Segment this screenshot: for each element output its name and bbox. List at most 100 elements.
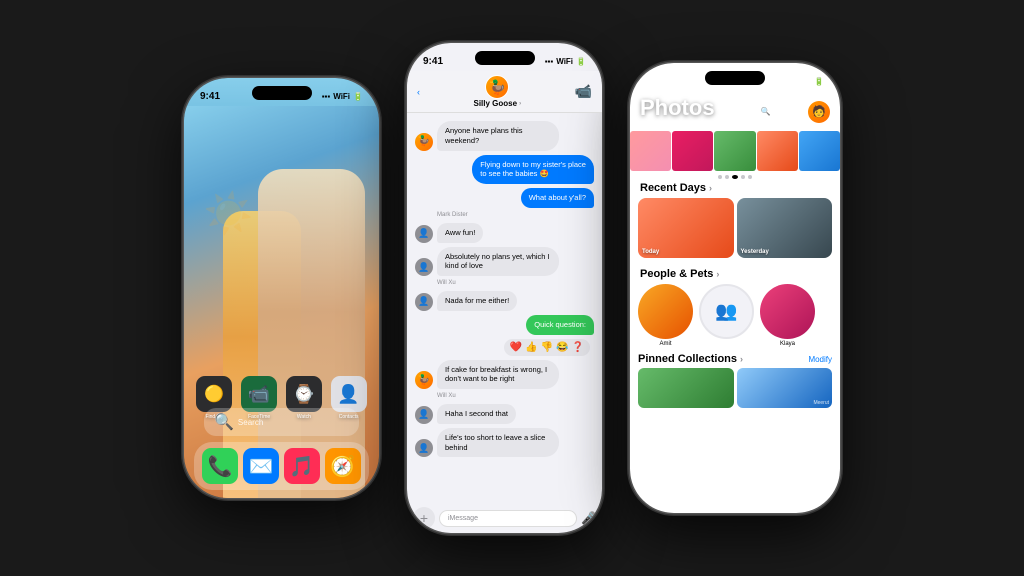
search-label-photos: Search: [774, 108, 796, 115]
pinned-photo-2[interactable]: Meerut: [737, 368, 833, 408]
tapback-exclaim[interactable]: ❓: [572, 342, 584, 353]
messages-list: 🦆 Anyone have plans this weekend? Flying…: [407, 115, 602, 495]
msg-row-3: What about y'all?: [415, 188, 594, 208]
msg-bubble-3: What about y'all?: [521, 188, 594, 208]
sender-name-will: Will Xu: [437, 280, 594, 286]
tapback-thumbsup[interactable]: 👍: [525, 342, 537, 353]
wallpaper-photo: ☀️: [184, 106, 379, 498]
search-button[interactable]: 🔍 Search: [754, 104, 803, 119]
recent-days-header: Recent Days ›: [630, 178, 840, 198]
strip-photo-1: [630, 131, 671, 171]
msg-row-8: 🦆 If cake for breakfast is wrong, I don'…: [415, 360, 594, 390]
chevron-left-icon: ‹: [417, 87, 420, 97]
tapback-container[interactable]: ❤️ 👍 👎 😂 ❓: [415, 339, 594, 356]
people-pets-arrow: ›: [716, 269, 719, 279]
sender-name-will-2: Will Xu: [437, 393, 594, 399]
sender-avatar-4: 👤: [415, 293, 433, 311]
sender-name-mark: Mark Dister: [437, 212, 594, 218]
time-3: 9:41: [646, 76, 666, 87]
phone-messages: 9:41 ▪▪▪ WiFi 🔋 ‹ 🦆: [407, 43, 602, 533]
phone1-screen: 9:41 ▪▪▪ WiFi 🔋 MONDAY 10 10:10–10: [184, 78, 379, 498]
search-icon-home: 🔍: [214, 412, 234, 432]
dock: 📞 ✉️ 🎵 🧭: [194, 442, 369, 490]
person-icon-group: 👥: [699, 284, 754, 339]
contacts-icon: 👤: [331, 376, 367, 412]
pinned-header: Pinned Collections › Modify: [638, 353, 832, 365]
microphone-button[interactable]: 🎤: [581, 511, 596, 525]
msg-bubble-6: Nada for me either!: [437, 291, 517, 311]
battery-icon-2: 🔋: [576, 57, 586, 66]
tapback-row[interactable]: ❤️ 👍 👎 😂 ❓: [504, 339, 590, 356]
recent-photo-today[interactable]: Today: [638, 198, 734, 258]
photos-title: Photos 8,342 Items: [640, 95, 715, 128]
pinned-title[interactable]: Pinned Collections ›: [638, 353, 743, 365]
photos-header-controls: 🔍 Search 🧑: [754, 101, 830, 123]
dock-music[interactable]: 🎵: [284, 448, 320, 484]
person-name-klaya: Klaya: [780, 341, 795, 347]
recent-photo-yesterday[interactable]: Yesterday: [737, 198, 833, 258]
msg-row-7: Quick question:: [415, 315, 594, 335]
phones-container: 9:41 ▪▪▪ WiFi 🔋 MONDAY 10 10:10–10: [164, 0, 860, 576]
msg-bubble-2: Flying down to my sister's place to see …: [472, 155, 594, 185]
add-button[interactable]: +: [413, 507, 435, 529]
strip-photo-4: [757, 131, 798, 171]
strip-photo-2: [672, 131, 713, 171]
contact-name: Silly Goose ›: [473, 99, 521, 108]
signal-icon-3: ▪▪▪: [783, 77, 792, 86]
pinned-grid: Meerut: [638, 368, 832, 408]
tapback-thumbsdown[interactable]: 👎: [541, 342, 553, 353]
recent-days-title[interactable]: Recent Days ›: [640, 182, 712, 194]
msg-bubble-10: Life's too short to leave a slice behind: [437, 428, 559, 458]
signal-icon-2: ▪▪▪: [545, 57, 554, 66]
today-label: Today: [642, 249, 659, 255]
video-call-button[interactable]: 📹: [575, 83, 592, 100]
person-group[interactable]: 👥: [699, 284, 754, 341]
modify-button[interactable]: Modify: [808, 355, 832, 364]
message-input[interactable]: iMessage: [439, 510, 577, 527]
person-photo-klaya: [760, 284, 815, 339]
msg-bubble-1: Anyone have plans this weekend?: [437, 121, 559, 151]
back-button[interactable]: ‹: [417, 87, 420, 97]
strip-photo-3: [714, 131, 755, 171]
tapback-heart[interactable]: ❤️: [510, 342, 522, 353]
photos-header-top: Photos 8,342 Items 🔍 Search 🧑: [640, 95, 830, 128]
tapback-haha[interactable]: 😂: [556, 342, 568, 353]
signal-icon-1: ▪▪▪: [322, 92, 331, 101]
status-icons-3: ▪▪▪ WiFi 🔋: [783, 77, 824, 86]
photo-strip: [630, 131, 840, 171]
msg-row-1: 🦆 Anyone have plans this weekend?: [415, 121, 594, 151]
user-avatar[interactable]: 🧑: [808, 101, 830, 123]
facetime-icon: 📹: [241, 376, 277, 412]
msg-row-9: 👤 Haha I second that: [415, 404, 594, 424]
pinned-arrow: ›: [740, 354, 743, 364]
search-icon-photos: 🔍: [761, 107, 771, 116]
photos-scrollable-content: Recent Days › Today Yesterday: [630, 178, 840, 513]
dynamic-island-3: [705, 71, 765, 85]
phone2-screen-wrap: 9:41 ▪▪▪ WiFi 🔋 ‹ 🦆: [407, 43, 602, 533]
messages-header: ‹ 🦆 Silly Goose › 📹: [407, 71, 602, 113]
pinned-photo-1[interactable]: [638, 368, 734, 408]
contact-avatar: 🦆: [485, 75, 509, 99]
dock-phone[interactable]: 📞: [202, 448, 238, 484]
person-name-amit: Amit: [660, 341, 672, 347]
dock-mail[interactable]: ✉️: [243, 448, 279, 484]
msg-bubble-5: Absolutely no plans yet, which I kind of…: [437, 247, 559, 277]
msg-row-6: 👤 Nada for me either!: [415, 291, 594, 311]
pinned-collections-section: Pinned Collections › Modify Meerut: [630, 353, 840, 408]
person-klaya[interactable]: Klaya: [760, 284, 815, 347]
home-search-bar[interactable]: 🔍 Search: [204, 408, 359, 436]
contact-info[interactable]: 🦆 Silly Goose ›: [473, 75, 521, 108]
status-icons-2: ▪▪▪ WiFi 🔋: [545, 57, 586, 66]
dock-safari[interactable]: 🧭: [325, 448, 361, 484]
messages-app: 9:41 ▪▪▪ WiFi 🔋 ‹ 🦆: [407, 43, 602, 533]
msg-bubble-4: Aww fun!: [437, 223, 483, 243]
msg-bubble-7: Quick question:: [526, 315, 594, 335]
phone3-screen-wrap: 9:41 ▪▪▪ WiFi 🔋: [630, 63, 840, 513]
people-pets-title[interactable]: People & Pets ›: [640, 268, 719, 280]
battery-icon-3: 🔋: [814, 77, 824, 86]
message-input-bar: + iMessage 🎤: [413, 507, 596, 529]
strip-photo-5: [799, 131, 840, 171]
phone-photos: 9:41 ▪▪▪ WiFi 🔋: [630, 63, 840, 513]
yesterday-label: Yesterday: [741, 249, 769, 255]
person-amit[interactable]: Amit: [638, 284, 693, 347]
